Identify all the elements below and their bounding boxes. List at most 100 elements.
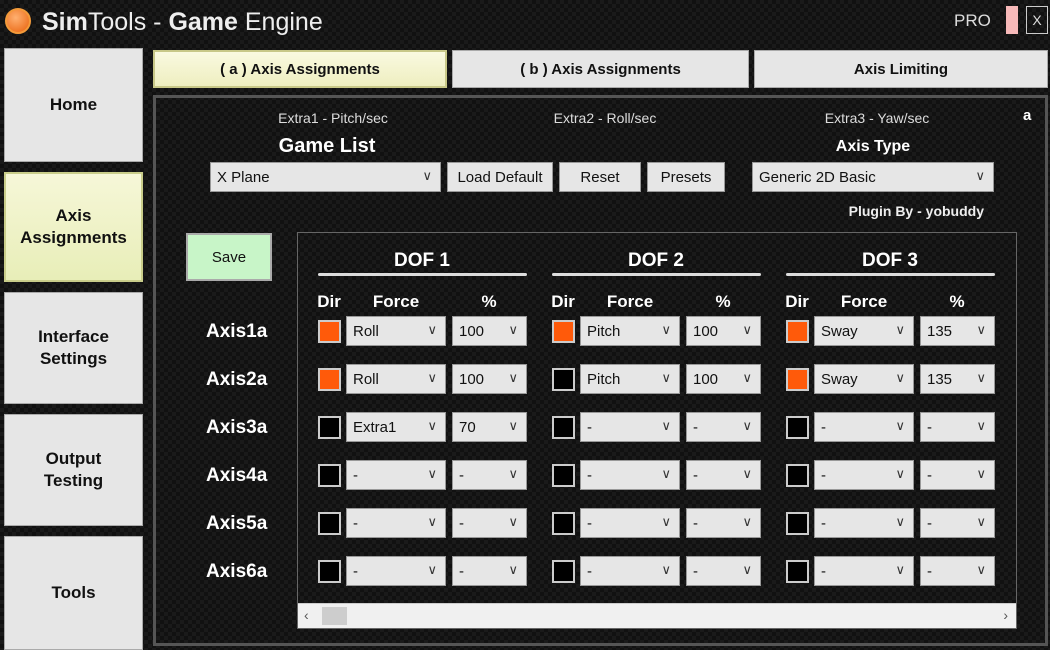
force-select[interactable]: - ∨ bbox=[814, 460, 914, 490]
dir-toggle[interactable] bbox=[786, 512, 809, 535]
dir-toggle[interactable] bbox=[786, 464, 809, 487]
percent-select[interactable]: - ∨ bbox=[686, 460, 761, 490]
force-select[interactable]: Pitch ∨ bbox=[580, 364, 680, 394]
dir-toggle[interactable] bbox=[786, 320, 809, 343]
force-select[interactable]: - ∨ bbox=[814, 508, 914, 538]
dir-toggle[interactable] bbox=[552, 320, 575, 343]
horizontal-scrollbar[interactable]: ‹ › bbox=[298, 603, 1016, 628]
force-column-header: Force bbox=[372, 292, 420, 311]
percent-select[interactable]: - ∨ bbox=[686, 412, 761, 442]
percent-select[interactable]: - ∨ bbox=[920, 412, 995, 442]
dof-header: DOF 1 bbox=[394, 250, 450, 271]
dir-toggle[interactable] bbox=[786, 560, 809, 583]
dir-toggle[interactable] bbox=[318, 560, 341, 583]
force-select[interactable]: - ∨ bbox=[580, 556, 680, 586]
tab-axis-limiting[interactable]: Axis Limiting bbox=[754, 50, 1048, 88]
presets-button[interactable]: Presets bbox=[647, 162, 725, 192]
sidebar-item-interface-settings[interactable]: Interface Settings bbox=[4, 292, 143, 404]
chevron-down-icon: ∨ bbox=[976, 418, 986, 433]
dir-toggle[interactable] bbox=[318, 464, 341, 487]
force-value: - bbox=[821, 515, 826, 532]
percent-select[interactable]: - ∨ bbox=[452, 460, 527, 490]
force-select[interactable]: Extra1 ∨ bbox=[346, 412, 446, 442]
percent-column-header: % bbox=[949, 292, 965, 311]
percent-select[interactable]: 100 ∨ bbox=[686, 364, 761, 394]
force-select[interactable]: - ∨ bbox=[814, 412, 914, 442]
force-select[interactable]: - ∨ bbox=[346, 508, 446, 538]
dir-toggle[interactable] bbox=[786, 416, 809, 439]
game-list-select[interactable]: X Plane ∨ bbox=[210, 162, 441, 192]
sidebar-item-axis-assignments[interactable]: Axis Assignments bbox=[4, 172, 143, 282]
dir-toggle[interactable] bbox=[552, 368, 575, 391]
scroll-left-icon[interactable]: ‹ bbox=[304, 607, 309, 623]
tab-axis-assignments-b[interactable]: ( b ) Axis Assignments bbox=[452, 50, 749, 88]
percent-select[interactable]: - ∨ bbox=[686, 508, 761, 538]
force-select[interactable]: - ∨ bbox=[580, 460, 680, 490]
dir-toggle[interactable] bbox=[552, 416, 575, 439]
sidebar-item-output-testing[interactable]: Output Testing bbox=[4, 414, 143, 526]
force-select[interactable]: - ∨ bbox=[580, 412, 680, 442]
reset-button[interactable]: Reset bbox=[559, 162, 641, 192]
force-value: Pitch bbox=[587, 323, 621, 340]
force-select[interactable]: Sway ∨ bbox=[814, 316, 914, 346]
percent-select[interactable]: 100 ∨ bbox=[452, 316, 527, 346]
percent-select[interactable]: 70 ∨ bbox=[452, 412, 527, 442]
force-column-header: Force bbox=[606, 292, 654, 311]
force-select[interactable]: Pitch ∨ bbox=[580, 316, 680, 346]
chevron-down-icon: ∨ bbox=[427, 370, 437, 385]
percent-select[interactable]: 135 ∨ bbox=[920, 364, 995, 394]
force-value: - bbox=[821, 467, 826, 484]
dof-header: DOF 3 bbox=[862, 250, 918, 271]
scrollbar-thumb[interactable] bbox=[322, 607, 347, 625]
axis-label: Axis6a bbox=[206, 561, 268, 582]
dir-toggle[interactable] bbox=[318, 320, 341, 343]
force-value: - bbox=[821, 563, 826, 580]
tab-axis-assignments-a[interactable]: ( a ) Axis Assignments bbox=[153, 50, 447, 88]
percent-select[interactable]: 100 ∨ bbox=[686, 316, 761, 346]
close-button[interactable]: X bbox=[1026, 6, 1048, 34]
percent-select[interactable]: - ∨ bbox=[920, 460, 995, 490]
chevron-down-icon: ∨ bbox=[508, 418, 518, 433]
minimize-button[interactable] bbox=[1006, 6, 1018, 34]
force-value: - bbox=[587, 563, 592, 580]
axis-type-select[interactable]: Generic 2D Basic ∨ bbox=[752, 162, 994, 192]
percent-select[interactable]: - ∨ bbox=[452, 556, 527, 586]
dir-toggle[interactable] bbox=[552, 512, 575, 535]
percent-select[interactable]: - ∨ bbox=[686, 556, 761, 586]
dir-toggle[interactable] bbox=[552, 560, 575, 583]
force-value: Pitch bbox=[587, 371, 621, 388]
window-title: SimTools - Game Engine bbox=[42, 8, 323, 36]
percent-select[interactable]: - ∨ bbox=[920, 508, 995, 538]
scroll-right-icon[interactable]: › bbox=[1003, 607, 1008, 623]
chevron-down-icon: ∨ bbox=[661, 418, 671, 433]
dir-toggle[interactable] bbox=[552, 464, 575, 487]
percent-select[interactable]: 135 ∨ bbox=[920, 316, 995, 346]
sidebar-item-home[interactable]: Home bbox=[4, 48, 143, 162]
force-select[interactable]: - ∨ bbox=[580, 508, 680, 538]
dir-column-header: Dir bbox=[551, 292, 575, 311]
percent-value: - bbox=[927, 563, 932, 580]
percent-value: - bbox=[927, 515, 932, 532]
dir-toggle[interactable] bbox=[318, 416, 341, 439]
axis-label: Axis3a bbox=[206, 417, 268, 438]
sidebar-item-tools[interactable]: Tools bbox=[4, 536, 143, 650]
dof-header: DOF 2 bbox=[628, 250, 684, 271]
dir-toggle[interactable] bbox=[318, 368, 341, 391]
percent-select[interactable]: - ∨ bbox=[920, 556, 995, 586]
force-select[interactable]: - ∨ bbox=[814, 556, 914, 586]
force-select[interactable]: Roll ∨ bbox=[346, 316, 446, 346]
force-value: Extra1 bbox=[353, 419, 397, 436]
force-select[interactable]: - ∨ bbox=[346, 460, 446, 490]
load-default-button[interactable]: Load Default bbox=[447, 162, 553, 192]
dir-toggle[interactable] bbox=[318, 512, 341, 535]
percent-value: - bbox=[927, 419, 932, 436]
game-list-value: X Plane bbox=[217, 169, 270, 186]
force-select[interactable]: - ∨ bbox=[346, 556, 446, 586]
percent-select[interactable]: 100 ∨ bbox=[452, 364, 527, 394]
percent-select[interactable]: - ∨ bbox=[452, 508, 527, 538]
dir-toggle[interactable] bbox=[786, 368, 809, 391]
force-value: Roll bbox=[353, 371, 379, 388]
force-select[interactable]: Sway ∨ bbox=[814, 364, 914, 394]
force-select[interactable]: Roll ∨ bbox=[346, 364, 446, 394]
save-button[interactable]: Save bbox=[186, 233, 272, 281]
